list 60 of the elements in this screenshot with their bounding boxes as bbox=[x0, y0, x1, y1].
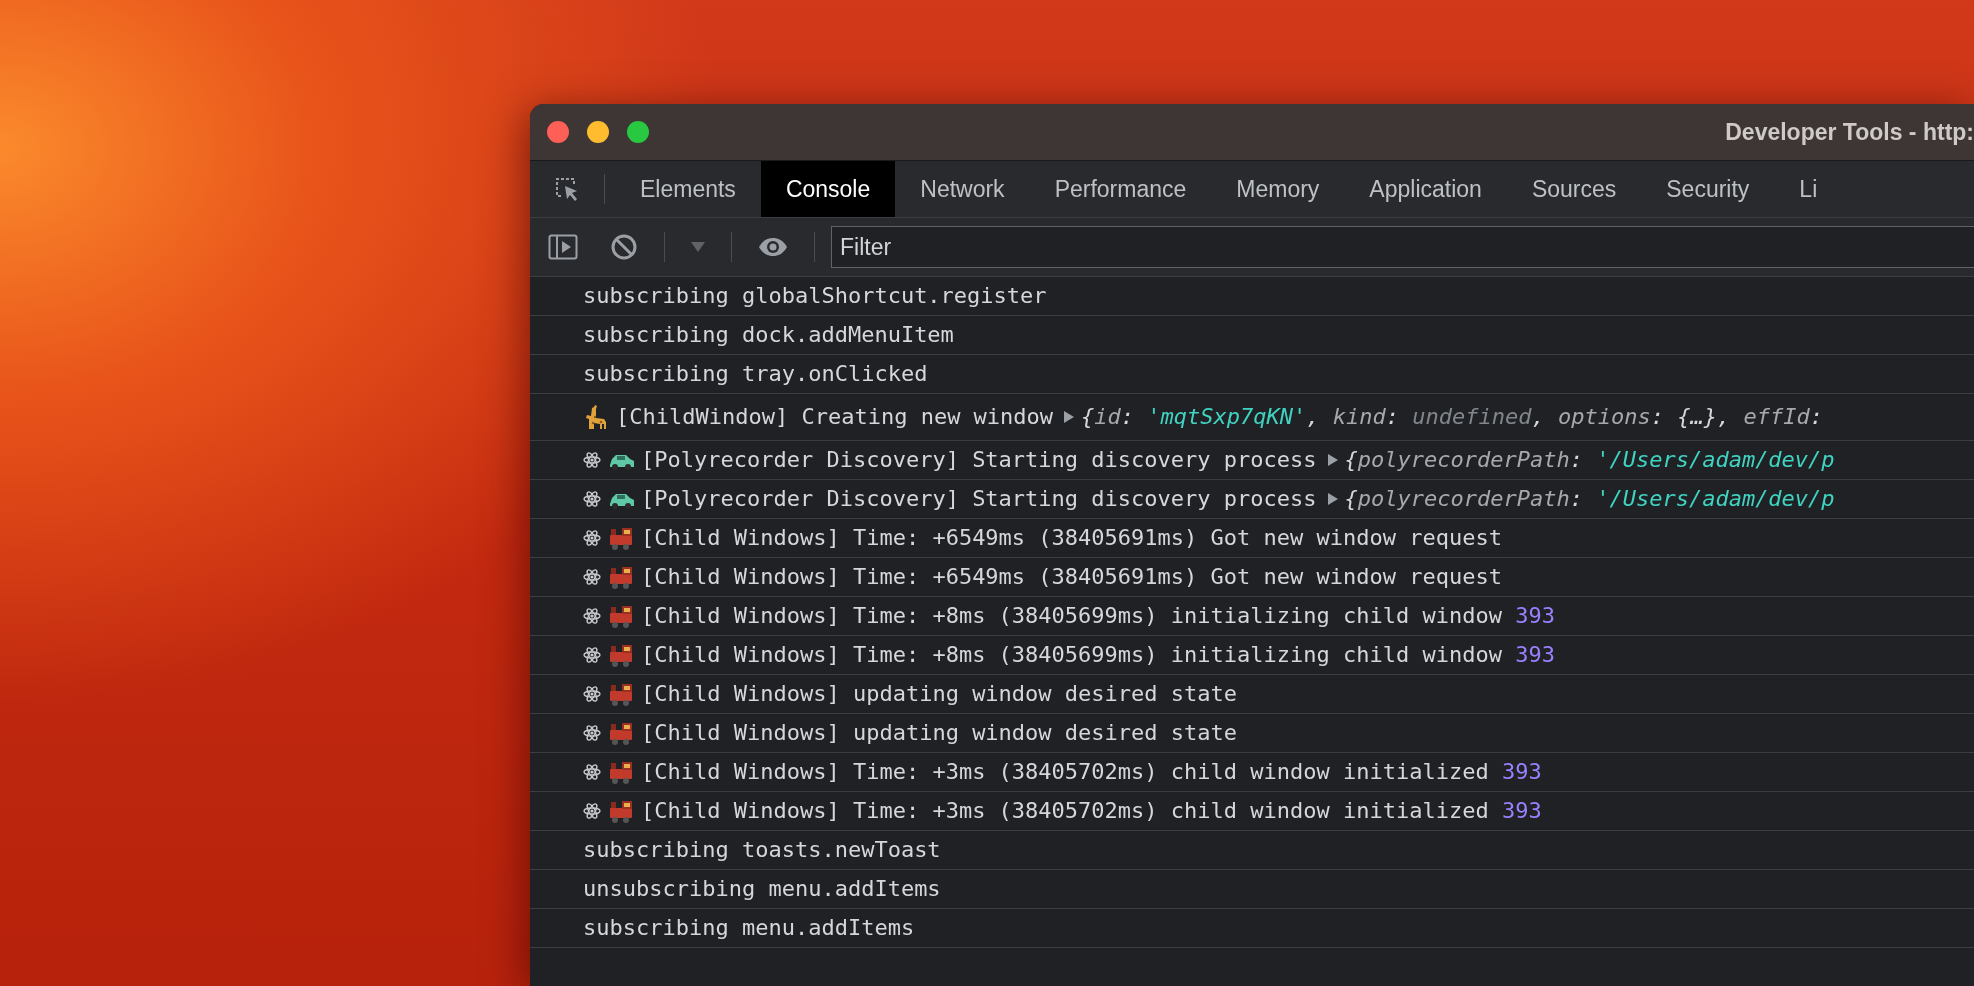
tab[interactable]: Security bbox=[1641, 161, 1775, 217]
log-message: [Child Windows] updating window desired state bbox=[641, 681, 1238, 707]
close-button[interactable] bbox=[547, 121, 569, 143]
dropdown-triangle-icon[interactable] bbox=[691, 242, 705, 252]
locomotive-icon bbox=[608, 798, 634, 824]
locomotive-icon bbox=[608, 759, 634, 785]
atom-icon bbox=[583, 802, 601, 820]
atom-icon bbox=[583, 529, 601, 547]
expand-triangle-icon[interactable] bbox=[1326, 492, 1339, 506]
filter-field[interactable]: Filter bbox=[831, 226, 1974, 268]
tab[interactable]: Network bbox=[895, 161, 1030, 217]
expand-triangle-icon[interactable] bbox=[1326, 453, 1339, 467]
giraffe-icon bbox=[583, 403, 609, 431]
expand-triangle-icon[interactable] bbox=[1063, 410, 1076, 424]
atom-icon bbox=[583, 451, 601, 469]
log-message: subscribing toasts.newToast bbox=[583, 837, 941, 863]
window-title: Developer Tools - http: bbox=[1725, 118, 1974, 146]
log-message: subscribing globalShortcut.register bbox=[583, 283, 1047, 309]
object-preview: {polyrecorderPath: '/Users/adam/dev/p bbox=[1344, 486, 1835, 512]
atom-icon bbox=[583, 568, 601, 586]
tab[interactable]: Application bbox=[1344, 161, 1507, 217]
locomotive-icon bbox=[608, 681, 634, 707]
tab[interactable]: Console bbox=[760, 161, 896, 217]
tab[interactable]: Performance bbox=[1029, 161, 1212, 217]
log-message: subscribing dock.addMenuItem bbox=[583, 322, 954, 348]
atom-icon bbox=[583, 724, 601, 742]
log-message: [Child Windows] Time: +6549ms (38405691ms) Got new window request bbox=[641, 564, 1502, 590]
atom-icon bbox=[583, 607, 601, 625]
atom-icon bbox=[583, 763, 601, 781]
minimize-button[interactable] bbox=[587, 121, 609, 143]
locomotive-icon bbox=[608, 720, 634, 746]
tab[interactable]: Sources bbox=[1506, 161, 1642, 217]
atom-icon bbox=[583, 646, 601, 664]
tab[interactable]: Li bbox=[1774, 161, 1843, 217]
log-message: [ChildWindow] Creating new window bbox=[616, 404, 1054, 430]
log-message: [Child Windows] Time: +8ms (38405699ms) initializing child window 393 bbox=[641, 603, 1555, 629]
log-message: [Polyrecorder Discovery] Starting discovery process bbox=[641, 486, 1317, 512]
log-message: subscribing tray.onClicked bbox=[583, 361, 928, 387]
log-message: subscribing menu.addItems bbox=[583, 915, 915, 941]
locomotive-icon bbox=[608, 525, 634, 551]
log-message: [Child Windows] updating window desired state bbox=[641, 720, 1238, 746]
object-preview: {id: 'mqtSxp7qKN', kind: undefined, options: {…}, effId: bbox=[1081, 404, 1823, 430]
clear-console-icon[interactable] bbox=[610, 233, 638, 261]
locomotive-icon bbox=[608, 642, 634, 668]
atom-icon bbox=[583, 490, 601, 508]
log-message: unsubscribing menu.addItems bbox=[583, 876, 941, 902]
log-message: [Child Windows] Time: +8ms (38405699ms) initializing child window 393 bbox=[641, 642, 1555, 668]
zoom-button[interactable] bbox=[627, 121, 649, 143]
locomotive-icon bbox=[608, 603, 634, 629]
sidebar-toggle-icon[interactable] bbox=[548, 234, 578, 260]
log-message: [Child Windows] Time: +3ms (38405702ms) child window initialized 393 bbox=[641, 759, 1542, 785]
eye-icon[interactable] bbox=[758, 237, 788, 257]
log-message: [Polyrecorder Discovery] Starting discovery process bbox=[641, 447, 1317, 473]
log-message: [Child Windows] Time: +3ms (38405702ms) child window initialized 393 bbox=[641, 798, 1542, 824]
locomotive-icon bbox=[608, 564, 634, 590]
atom-icon bbox=[583, 685, 601, 703]
tab[interactable]: Memory bbox=[1211, 161, 1345, 217]
log-message: [Child Windows] Time: +6549ms (38405691ms) Got new window request bbox=[641, 525, 1502, 551]
object-preview: {polyrecorderPath: '/Users/adam/dev/p bbox=[1344, 447, 1835, 473]
tab[interactable]: Elements bbox=[615, 161, 761, 217]
